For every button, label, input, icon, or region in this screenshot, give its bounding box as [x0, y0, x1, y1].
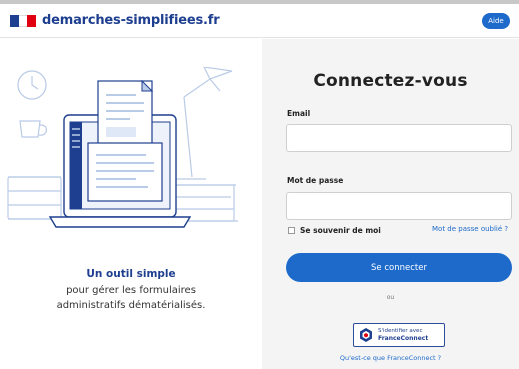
email-field[interactable]: [286, 124, 512, 152]
password-label: Mot de passe: [287, 176, 344, 185]
tagline-body: pour gérer les formulaires administratif…: [0, 283, 262, 313]
login-title: Connectez-vous: [313, 71, 468, 91]
franceconnect-line-2: FranceConnect: [378, 335, 429, 342]
login-page: demarches-simplifiees.fr Aide Un outil s…: [0, 0, 519, 369]
site-brand-link[interactable]: demarches-simplifiees.fr: [42, 13, 220, 28]
tagline-line-2: administratifs dématérialisés.: [56, 300, 206, 311]
flag-red-stripe: [27, 15, 36, 27]
presentation-panel: Un outil simple pour gérer les formulair…: [0, 39, 262, 369]
remember-me-label: Se souvenir de moi: [300, 226, 381, 235]
flag-blue-stripe: [10, 15, 19, 27]
forgot-password-link[interactable]: Mot de passe oublié ?: [432, 225, 508, 233]
french-flag-logo[interactable]: [10, 15, 36, 27]
or-separator: ou: [386, 294, 395, 301]
franceconnect-help-link[interactable]: Qu'est-ce que FranceConnect ?: [262, 354, 519, 362]
password-field[interactable]: [286, 192, 512, 220]
flag-white-stripe: [19, 15, 27, 27]
tagline: Un outil simple pour gérer les formulair…: [0, 268, 262, 313]
remember-me-checkbox[interactable]: [288, 227, 295, 234]
login-submit-button[interactable]: Se connecter: [286, 253, 512, 282]
franceconnect-icon: [360, 328, 372, 342]
tagline-line-1: pour gérer les formulaires: [66, 285, 196, 296]
franceconnect-label: S'identifier avec FranceConnect: [378, 328, 428, 342]
remember-me[interactable]: Se souvenir de moi: [288, 226, 381, 235]
franceconnect-line-1: S'identifier avec: [378, 328, 423, 334]
document-laptop-illustration: [7, 67, 238, 228]
help-button[interactable]: Aide: [482, 13, 510, 29]
tagline-title: Un outil simple: [86, 268, 176, 280]
site-header: demarches-simplifiees.fr Aide: [0, 4, 519, 38]
email-label: Email: [287, 109, 311, 118]
franceconnect-button[interactable]: S'identifier avec FranceConnect: [353, 323, 445, 347]
